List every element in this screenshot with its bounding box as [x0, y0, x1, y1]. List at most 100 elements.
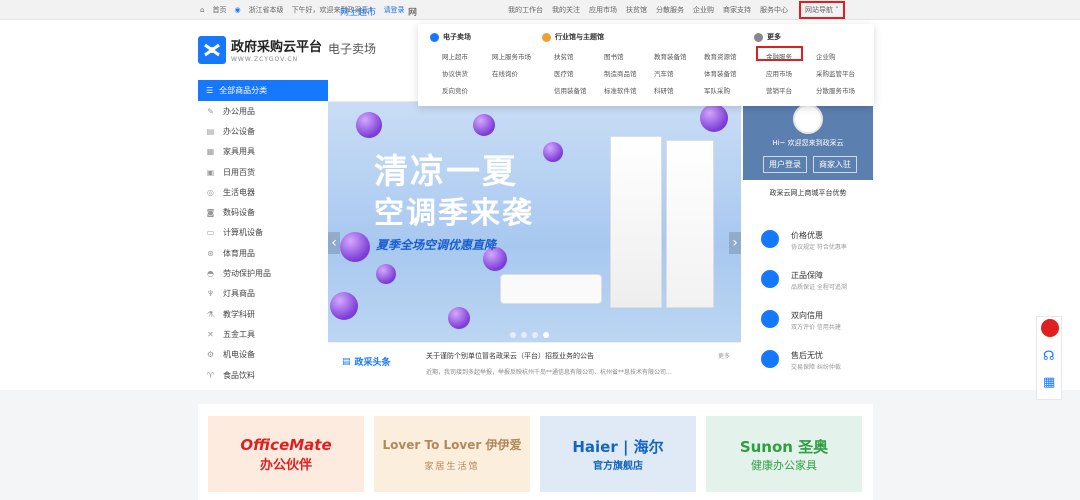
dropdown-item[interactable]: 企业购: [816, 51, 836, 61]
dropdown-item[interactable]: 标准软件馆: [604, 85, 637, 95]
home-icon[interactable]: ⌂: [200, 6, 204, 14]
login-link[interactable]: 请登录: [384, 5, 405, 15]
box-icon: ▣: [206, 167, 215, 177]
dropdown-item[interactable]: 军队采购: [704, 85, 730, 95]
category-item[interactable]: ♈ 食品饮料: [198, 365, 328, 385]
site-nav-dropdown: 电子卖场 网上超市 网上服务市场 协议供货 在线询价 反向竞价 行业馆与主题馆 …: [418, 24, 874, 106]
category-item[interactable]: ⚗ 教学科研: [198, 304, 328, 324]
news-headline[interactable]: 关于谨防个别单位冒名政采云（平台）招揽业务的公告: [426, 351, 594, 361]
more-icon: [754, 32, 763, 42]
dropdown-item[interactable]: 教育资源馆: [704, 51, 737, 61]
dropdown-item[interactable]: 医疗馆: [554, 68, 574, 78]
decor-ball: [356, 112, 382, 138]
dropdown-item[interactable]: 教育装备馆: [654, 51, 687, 61]
dropdown-item[interactable]: 应用市场: [766, 68, 792, 78]
category-item[interactable]: ⚙ 机电设备: [198, 345, 328, 365]
category-item[interactable]: ✎ 办公用品: [198, 101, 328, 121]
banner-dot[interactable]: [521, 332, 527, 338]
avatar: [793, 104, 823, 134]
dropdown-item[interactable]: 科研馆: [654, 85, 674, 95]
category-label: 数码设备: [223, 208, 255, 218]
menu-icon: ☰: [206, 86, 214, 95]
ac-tower-image: [666, 140, 714, 308]
nav-link-enterprise[interactable]: 企业购: [693, 5, 714, 15]
category-label: 五金工具: [223, 329, 255, 339]
category-item[interactable]: ▤ 办公设备: [198, 121, 328, 141]
robot-icon[interactable]: [1041, 319, 1059, 337]
dropdown-item[interactable]: 协议供货: [442, 68, 468, 78]
dropdown-item[interactable]: 网上服务市场: [492, 51, 531, 61]
nav-link-distributed[interactable]: 分散服务: [656, 5, 684, 15]
category-item[interactable]: ◓ 劳动保护用品: [198, 263, 328, 283]
home-link[interactable]: 首页: [212, 5, 226, 15]
site-nav-button[interactable]: 网站导航 ˄: [799, 1, 845, 19]
banner-subtitle: 夏季全场空调优惠直降: [376, 238, 497, 252]
brand-card-officemate[interactable]: OfficeMate 办公伙伴: [208, 416, 364, 492]
news-more-link[interactable]: 更多: [718, 351, 730, 360]
nav-link-merchant[interactable]: 商家支持: [723, 5, 751, 15]
dropdown-item[interactable]: 制造商品馆: [604, 68, 637, 78]
advantage-name: 价格优惠: [791, 231, 823, 240]
category-item[interactable]: ♆ 灯具商品: [198, 284, 328, 304]
category-item[interactable]: ▦ 家具用具: [198, 142, 328, 162]
category-item[interactable]: ▭ 计算机设备: [198, 223, 328, 243]
all-categories-header[interactable]: ☰ 全部商品分类: [198, 80, 328, 101]
promo-banner[interactable]: 清凉一夏 空调季来袭 夏季全场空调优惠直降: [328, 102, 741, 342]
category-item[interactable]: ▣ 日用百货: [198, 162, 328, 182]
brand-card-yiyiai[interactable]: Lover To Lover 伊伊爱 家居生活馆: [374, 416, 530, 492]
advantage-desc: 双方评价 信用共建: [791, 324, 841, 331]
user-login-button[interactable]: 用户登录: [763, 156, 807, 173]
nav-link-poverty[interactable]: 扶贫馆: [626, 5, 647, 15]
category-item[interactable]: ⊛ 体育用品: [198, 243, 328, 263]
dropdown-item[interactable]: 信用装备馆: [554, 85, 587, 95]
category-label: 食品饮料: [223, 370, 255, 380]
dropdown-item[interactable]: 图书馆: [604, 51, 624, 61]
tag-icon: [761, 230, 779, 248]
banner-dot-active[interactable]: [543, 332, 549, 338]
dropdown-item[interactable]: 汽车馆: [654, 68, 674, 78]
logo-icon[interactable]: [198, 36, 226, 64]
news-icon: ▤: [342, 356, 351, 367]
all-categories-label: 全部商品分类: [219, 86, 268, 95]
brand-card-sunon[interactable]: Sunon 圣奥 健康办公家具: [706, 416, 862, 492]
nav-link-service[interactable]: 服务中心: [760, 5, 788, 15]
banner-dot[interactable]: [532, 332, 538, 338]
category-label: 计算机设备: [223, 228, 263, 238]
dropdown-item[interactable]: 营销平台: [766, 85, 792, 95]
dropdown-item[interactable]: 在线询价: [492, 68, 518, 78]
dropdown-item[interactable]: 网上超市: [442, 51, 468, 61]
decor-ball: [448, 307, 470, 329]
brand-name: OfficeMate: [240, 435, 332, 454]
news-badge-label: 政采头条: [354, 358, 391, 368]
category-item[interactable]: ◙ 数码设备: [198, 202, 328, 222]
qrcode-icon[interactable]: ▦: [1043, 375, 1055, 390]
dropdown-col-title-label: 电子卖场: [443, 33, 471, 41]
category-item[interactable]: ◎ 生活电器: [198, 182, 328, 202]
dropdown-item[interactable]: 反向竞价: [442, 85, 468, 95]
banner-prev-arrow[interactable]: ‹: [328, 232, 340, 254]
tab-second[interactable]: 网: [408, 0, 417, 22]
user-panel-top: Hi~ 欢迎您来到政采云 用户登录 商家入驻: [743, 102, 873, 180]
nav-link-workbench[interactable]: 我的工作台: [508, 5, 543, 15]
dropdown-col-title-label: 行业馆与主题馆: [555, 33, 604, 41]
brand-card-haier[interactable]: Haier | 海尔 官方旗舰店: [540, 416, 696, 492]
dropdown-item[interactable]: 分散服务市场: [816, 85, 855, 95]
nav-link-following[interactable]: 我的关注: [552, 5, 580, 15]
nav-link-app-market[interactable]: 应用市场: [589, 5, 617, 15]
dropdown-item[interactable]: 采购监管平台: [816, 68, 855, 78]
merchant-join-button[interactable]: 商家入驻: [813, 156, 857, 173]
helmet-icon: ◓: [207, 269, 214, 279]
dropdown-item-finance[interactable]: 金融服务: [766, 51, 792, 61]
tab-online-market[interactable]: 网上超市: [340, 0, 376, 22]
banner-dot[interactable]: [510, 332, 516, 338]
region-selector[interactable]: 浙江省本级: [249, 5, 284, 15]
category-label: 灯具商品: [223, 289, 255, 299]
banner-next-arrow[interactable]: ›: [729, 232, 741, 254]
category-item[interactable]: ✕ 五金工具: [198, 324, 328, 344]
location-icon: ◉: [234, 6, 241, 14]
advantages-title: 政采云网上商城平台优势: [769, 189, 847, 197]
headset-icon[interactable]: ☊: [1043, 349, 1055, 364]
appliance-icon: ◎: [207, 187, 214, 197]
dropdown-item[interactable]: 扶贫馆: [554, 51, 574, 61]
dropdown-item[interactable]: 体育装备馆: [704, 68, 737, 78]
